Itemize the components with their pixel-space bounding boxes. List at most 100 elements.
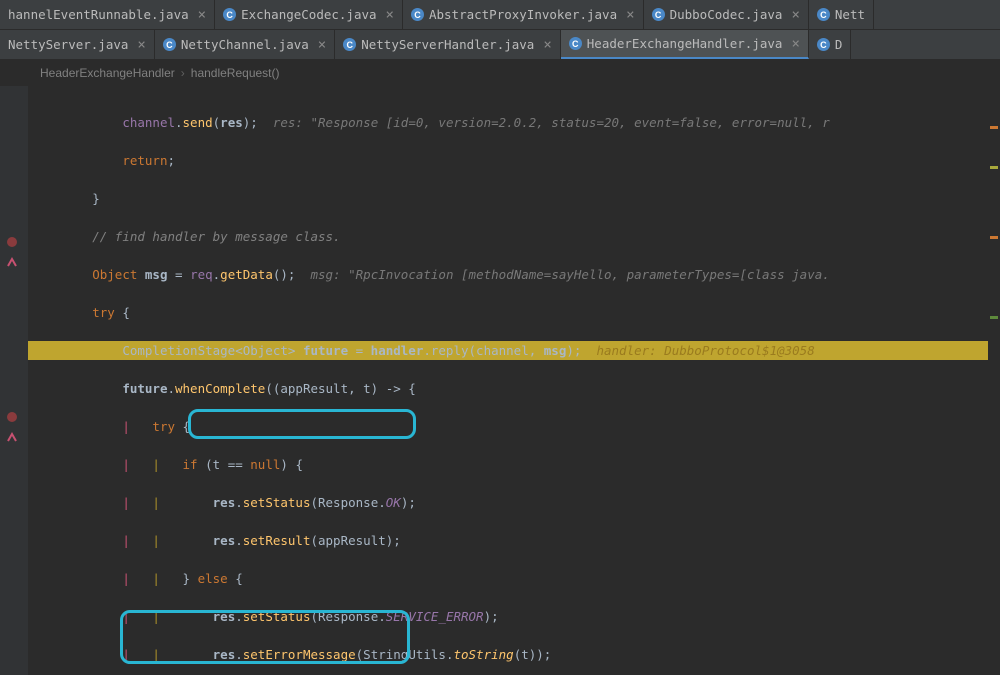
tok: toString: [453, 647, 513, 662]
inline-hint: msg: "RpcInvocation [methodName=sayHello…: [311, 267, 830, 282]
inline-hint: res: "Response [id=0, version=2.0.2, sta…: [273, 115, 830, 130]
tab-label: hannelEventRunnable.java: [8, 7, 189, 22]
tok: getData: [220, 267, 273, 282]
tab-label: NettyServer.java: [8, 37, 128, 52]
tok: res: [213, 495, 236, 510]
tab-label: Nett: [835, 7, 865, 22]
tab-row-1: hannelEventRunnable.java × C ExchangeCodec…: [0, 0, 1000, 30]
tok: (t ==: [198, 457, 251, 472]
close-icon[interactable]: ×: [133, 37, 145, 53]
tok: setStatus: [243, 495, 311, 510]
code-area[interactable]: channel.send(res); res: "Response [id=0,…: [28, 86, 1000, 675]
tok: return: [122, 153, 167, 168]
comment: // find handler by message class.: [92, 229, 340, 244]
inline-hint: handler: DubboProtocol$1@3058: [581, 343, 814, 358]
tok: SERVICE_ERROR: [386, 609, 484, 624]
tab-label: DubboCodec.java: [670, 7, 783, 22]
breakpoint-icon[interactable]: [6, 236, 20, 250]
close-icon[interactable]: ×: [539, 37, 551, 53]
class-icon: C: [652, 8, 665, 21]
tab-netty-partial[interactable]: C Nett: [809, 0, 874, 29]
error-stripe[interactable]: [988, 86, 1000, 675]
close-icon[interactable]: ×: [787, 7, 799, 23]
chevron-right-icon: ›: [181, 66, 185, 80]
tab-label: AbstractProxyInvoker.java: [429, 7, 617, 22]
tok: whenComplete: [175, 381, 265, 396]
tok: try: [92, 305, 115, 320]
tok: {: [228, 571, 243, 586]
tab-label: HeaderExchangeHandler.java: [587, 36, 783, 51]
close-icon[interactable]: ×: [314, 37, 326, 53]
stripe-mark[interactable]: [990, 236, 998, 239]
code-editor[interactable]: channel.send(res); res: "Response [id=0,…: [0, 86, 1000, 675]
tab-netty-server[interactable]: NettyServer.java ×: [0, 30, 155, 59]
tab-label: NettyChannel.java: [181, 37, 309, 52]
tok: future: [122, 381, 167, 396]
tok: if: [183, 457, 198, 472]
tok: res: [213, 647, 236, 662]
tok: CompletionStage<Object>: [122, 343, 303, 358]
tok: Object: [92, 267, 137, 282]
class-icon: C: [163, 38, 176, 51]
breakpoint-icon[interactable]: [6, 411, 20, 425]
stripe-mark[interactable]: [990, 166, 998, 169]
tok: );: [401, 495, 416, 510]
close-icon[interactable]: ×: [622, 7, 634, 23]
tok: (StringUtils.: [356, 647, 454, 662]
class-icon: C: [817, 8, 830, 21]
tok: setErrorMessage: [243, 647, 356, 662]
close-icon[interactable]: ×: [382, 7, 394, 23]
gutter: [0, 86, 28, 675]
class-icon: C: [411, 8, 424, 21]
tok: send: [183, 115, 213, 130]
tok: null: [250, 457, 280, 472]
class-icon: C: [817, 38, 830, 51]
tab-netty-server-handler[interactable]: C NettyServerHandler.java ×: [335, 30, 561, 59]
tab-dubbo-codec[interactable]: C DubboCodec.java ×: [644, 0, 809, 29]
tab-netty-channel[interactable]: C NettyChannel.java ×: [155, 30, 335, 59]
tok: =: [348, 343, 371, 358]
class-icon: C: [569, 37, 582, 50]
tok: }: [183, 571, 198, 586]
tab-abstract-proxy[interactable]: C AbstractProxyInvoker.java ×: [403, 0, 644, 29]
tok: );: [566, 343, 581, 358]
tok: res: [213, 609, 236, 624]
breadcrumb-method[interactable]: handleRequest(): [191, 66, 280, 80]
tok: (Response.: [310, 609, 385, 624]
stripe-mark[interactable]: [990, 316, 998, 319]
tok: handler: [371, 343, 424, 358]
overrides-icon[interactable]: [6, 431, 20, 445]
tab-row-2: NettyServer.java× CNettyChannel.java× CN…: [0, 30, 1000, 60]
class-icon: C: [223, 8, 236, 21]
breadcrumb-class[interactable]: HeaderExchangeHandler: [40, 66, 175, 80]
tok: (t));: [514, 647, 552, 662]
tab-d-partial[interactable]: CD: [809, 30, 852, 59]
tok: OK: [386, 495, 401, 510]
tok: ) {: [280, 457, 303, 472]
stripe-mark[interactable]: [990, 126, 998, 129]
tok: setStatus: [243, 609, 311, 624]
class-icon: C: [343, 38, 356, 51]
close-icon[interactable]: ×: [194, 7, 206, 23]
overrides-icon[interactable]: [6, 256, 20, 270]
tok: (appResult);: [310, 533, 400, 548]
tab-channel-event[interactable]: hannelEventRunnable.java ×: [0, 0, 215, 29]
tok: ((appResult, t) -> {: [265, 381, 416, 396]
tok: setResult: [243, 533, 311, 548]
tok: try: [152, 419, 175, 434]
tok: channel: [122, 115, 175, 130]
tab-label: NettyServerHandler.java: [361, 37, 534, 52]
tok: msg: [145, 267, 168, 282]
tok: (Response.: [310, 495, 385, 510]
tok: future: [303, 343, 348, 358]
tab-label: D: [835, 37, 843, 52]
breadcrumb: HeaderExchangeHandler › handleRequest(): [0, 60, 1000, 86]
tab-label: ExchangeCodec.java: [241, 7, 376, 22]
tab-header-exchange-handler[interactable]: C HeaderExchangeHandler.java ×: [561, 30, 809, 59]
tok: .reply(channel,: [423, 343, 543, 358]
tok: );: [484, 609, 499, 624]
tab-exchange-codec[interactable]: C ExchangeCodec.java ×: [215, 0, 403, 29]
close-icon[interactable]: ×: [787, 36, 799, 52]
tok: else: [198, 571, 228, 586]
tok: msg: [544, 343, 567, 358]
